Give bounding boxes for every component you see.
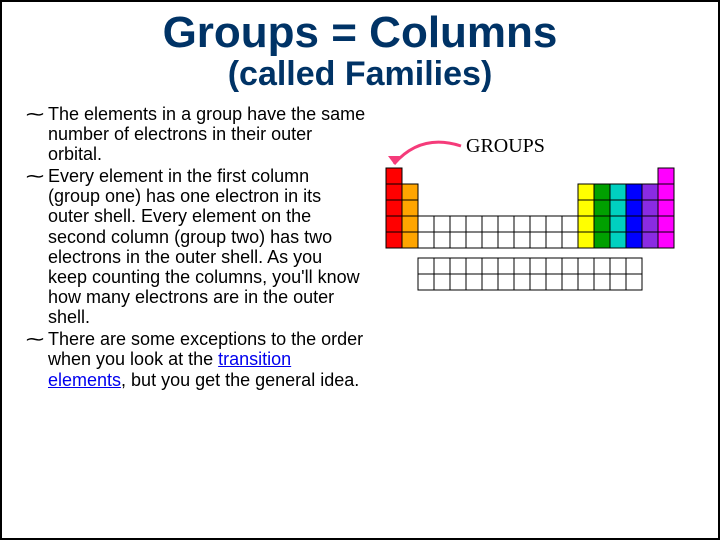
bullet-text: , but you get the general idea. [121, 370, 359, 390]
svg-text:GROUPS: GROUPS [466, 135, 545, 157]
slide-subtitle: (called Families) [26, 56, 694, 93]
bullet-list: The elements in a group have the same nu… [26, 104, 366, 392]
bullet-text: There are some exceptions to the order w… [48, 329, 363, 369]
bullet-text: The elements in a group have the same nu… [48, 104, 365, 164]
bullet-item: Every element in the first column (group… [26, 166, 366, 327]
bullet-text: Every element in the first column (group… [48, 166, 360, 327]
bullet-item: The elements in a group have the same nu… [26, 104, 366, 164]
slide-title: Groups = Columns [26, 10, 694, 56]
groups-figure: GROUPS [376, 104, 694, 392]
bullet-item: There are some exceptions to the order w… [26, 329, 366, 389]
periodic-groups-diagram: GROUPS [376, 128, 686, 348]
content-row: The elements in a group have the same nu… [26, 104, 694, 392]
slide: Groups = Columns (called Families) The e… [0, 0, 720, 540]
